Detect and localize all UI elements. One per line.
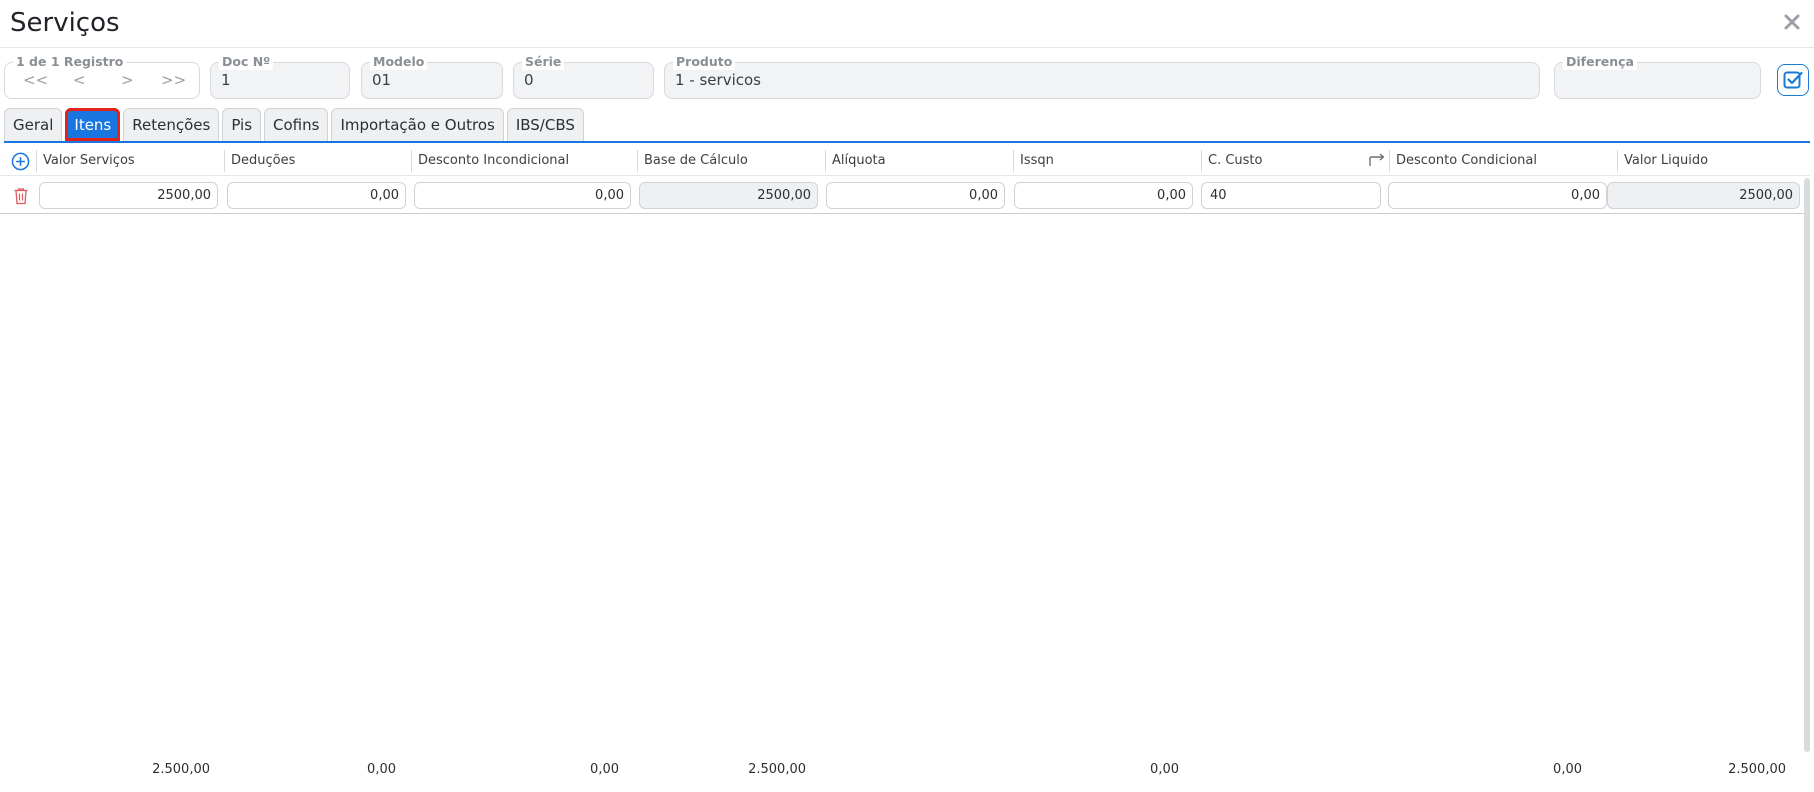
tab-itens[interactable]: Itens [65, 108, 121, 141]
tab-bar: Geral Itens Retenções Pis Cofins Importa… [4, 108, 584, 141]
table-row: 2500,00 0,00 0,00 2500,00 0,00 0,00 40 0… [0, 178, 1810, 214]
last-record-button[interactable]: >> [161, 71, 186, 89]
tab-importacao-outros[interactable]: Importação e Outros [331, 108, 504, 141]
column-header-desconto-incondicional[interactable]: Desconto Incondicional [411, 150, 569, 172]
total-base-calculo: 2.500,00 [748, 762, 806, 777]
arrow-forward-icon[interactable] [1368, 151, 1386, 169]
c-custo-input[interactable]: 40 [1201, 182, 1381, 209]
deducoes-input[interactable]: 0,00 [227, 182, 406, 209]
desconto-incondicional-input[interactable]: 0,00 [414, 182, 631, 209]
base-calculo-value: 2500,00 [639, 182, 818, 209]
difference-field: Diferença [1554, 54, 1761, 99]
series-value: 0 [524, 71, 534, 89]
column-header-issqn[interactable]: Issqn [1013, 150, 1054, 172]
first-record-button[interactable]: << [23, 71, 48, 89]
column-header-valor-servicos[interactable]: Valor Serviços [36, 150, 135, 172]
doc-number-field[interactable]: Doc Nº 1 [210, 54, 350, 99]
total-issqn: 0,00 [1150, 762, 1179, 777]
total-valor-servicos: 2.500,00 [152, 762, 210, 777]
plus-circle-icon[interactable] [11, 152, 30, 171]
tab-geral[interactable]: Geral [4, 108, 63, 141]
product-field[interactable]: Produto 1 - servicos [664, 54, 1540, 99]
product-label: Produto [673, 54, 736, 70]
page-title: Serviços [10, 8, 120, 38]
model-label: Modelo [370, 54, 428, 70]
next-record-button[interactable]: > [121, 71, 134, 89]
record-navigator-label: 1 de 1 Registro [13, 54, 127, 70]
title-bar: Serviços [0, 0, 1814, 48]
series-label: Série [522, 54, 565, 70]
aliquota-input[interactable]: 0,00 [826, 182, 1005, 209]
tab-cofins[interactable]: Cofins [264, 108, 329, 141]
model-field[interactable]: Modelo 01 [361, 54, 503, 99]
column-header-valor-liquido[interactable]: Valor Liquido [1617, 150, 1708, 172]
tab-pis[interactable]: Pis [222, 108, 262, 141]
doc-number-label: Doc Nº [219, 54, 274, 70]
grid-header: Valor Serviços Deduções Desconto Incondi… [0, 146, 1810, 176]
total-desconto-condicional: 0,00 [1553, 762, 1582, 777]
doc-number-value: 1 [221, 71, 231, 89]
checkbox-check-icon [1783, 71, 1803, 89]
total-deducoes: 0,00 [367, 762, 396, 777]
column-header-c-custo[interactable]: C. Custo [1201, 150, 1262, 172]
vertical-scrollbar[interactable] [1804, 178, 1810, 752]
trash-icon[interactable] [13, 187, 29, 205]
issqn-input[interactable]: 0,00 [1014, 182, 1193, 209]
record-navigator: 1 de 1 Registro << < > >> [4, 54, 200, 99]
tab-underline [4, 141, 1810, 143]
total-valor-liquido: 2.500,00 [1728, 762, 1786, 777]
series-field[interactable]: Série 0 [513, 54, 654, 99]
valor-liquido-value: 2500,00 [1607, 182, 1800, 209]
model-value: 01 [372, 71, 392, 89]
prev-record-button[interactable]: < [73, 71, 86, 89]
confirm-button[interactable] [1777, 64, 1809, 96]
column-header-desconto-condicional[interactable]: Desconto Condicional [1389, 150, 1537, 172]
column-header-aliquota[interactable]: Alíquota [825, 150, 886, 172]
column-header-deducoes[interactable]: Deduções [224, 150, 295, 172]
difference-label: Diferença [1563, 54, 1637, 70]
desconto-condicional-input[interactable]: 0,00 [1388, 182, 1607, 209]
total-desconto-incondicional: 0,00 [590, 762, 619, 777]
product-value: 1 - servicos [675, 71, 761, 89]
valor-servicos-input[interactable]: 2500,00 [39, 182, 218, 209]
column-header-base-calculo[interactable]: Base de Cálculo [637, 150, 748, 172]
tab-retencoes[interactable]: Retenções [123, 108, 220, 141]
tab-ibs-cbs[interactable]: IBS/CBS [506, 108, 584, 141]
close-icon[interactable] [1780, 10, 1804, 34]
